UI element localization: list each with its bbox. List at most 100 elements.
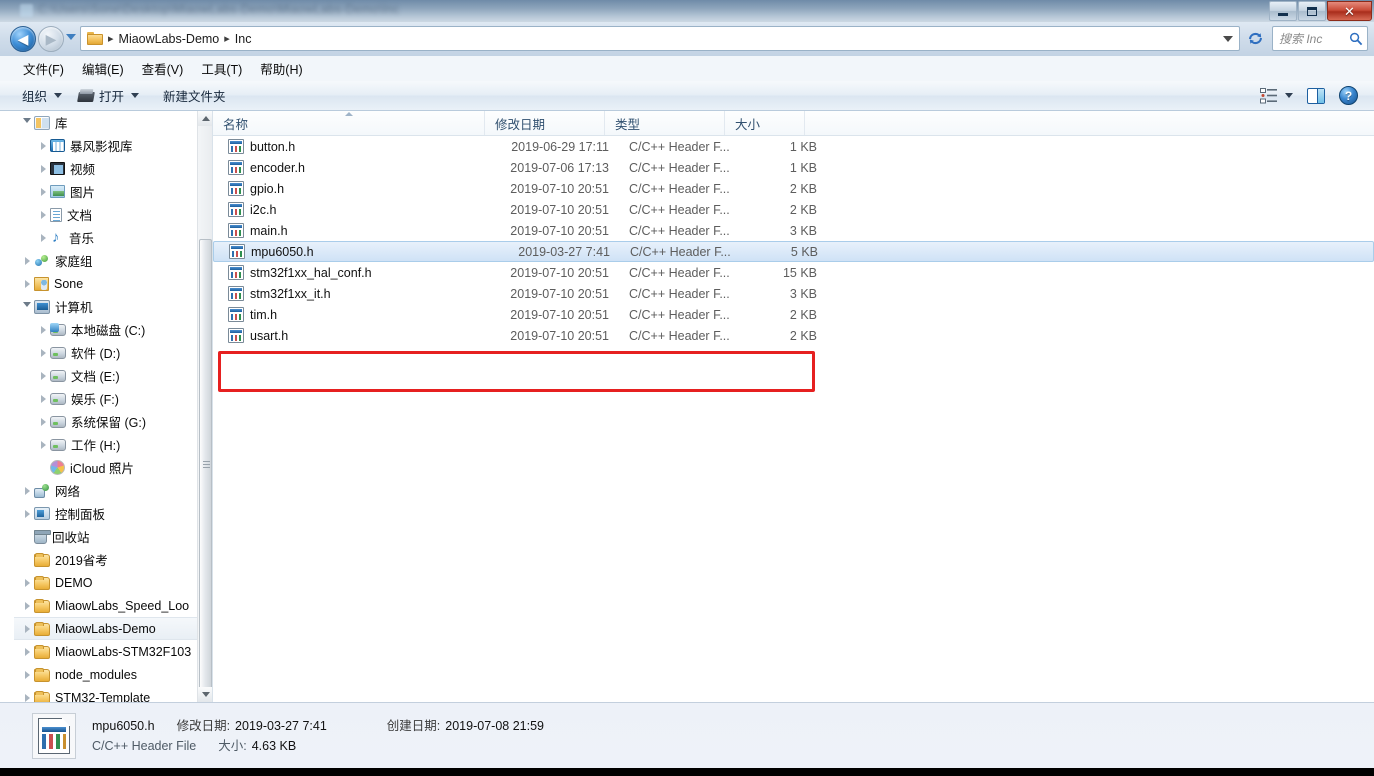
sidebar-item-23[interactable]: MiaowLabs-STM32F103 <box>14 640 212 663</box>
twisty-collapsed-icon[interactable] <box>20 624 34 633</box>
file-name: tim.h <box>250 307 278 322</box>
sidebar-item-20[interactable]: DEMO <box>14 571 212 594</box>
sidebar-item-9[interactable]: 本地磁盘 (C:) <box>14 318 212 341</box>
change-view-button[interactable] <box>1256 85 1297 107</box>
sidebar-item-18[interactable]: 回收站 <box>14 525 212 548</box>
sidebar-item-17[interactable]: 控制面板 <box>14 502 212 525</box>
table-row[interactable]: encoder.h 2019-07-06 17:13 C/C++ Header F.… <box>213 157 1374 178</box>
sidebar-item-5[interactable]: 音乐 <box>14 226 212 249</box>
table-row[interactable]: stm32f1xx_hal_conf.h 2019-07-10 20:51 C/C+… <box>213 262 1374 283</box>
sidebar-item-0[interactable]: 库 <box>14 111 212 134</box>
open-button[interactable]: 打开 <box>70 82 147 109</box>
twisty-collapsed-icon[interactable] <box>20 693 34 702</box>
sidebar-item-16[interactable]: 网络 <box>14 479 212 502</box>
menu-tools[interactable]: 工具(T) <box>192 56 251 81</box>
twisty-collapsed-icon[interactable] <box>36 164 50 173</box>
breadcrumb-separator-1[interactable]: ▸ <box>224 32 230 45</box>
back-button[interactable]: ◀ <box>10 26 36 52</box>
menu-file[interactable]: 文件(F) <box>14 56 73 81</box>
table-row[interactable]: gpio.h 2019-07-10 20:51 C/C++ Header F... 2… <box>213 178 1374 199</box>
sidebar-item-14[interactable]: 工作 (H:) <box>14 433 212 456</box>
address-dropdown-icon[interactable] <box>1223 35 1233 42</box>
organize-button[interactable]: 组织 <box>14 82 70 109</box>
twisty-collapsed-icon[interactable] <box>36 141 50 150</box>
table-row[interactable]: tim.h 2019-07-10 20:51 C/C++ Header F... 2 … <box>213 304 1374 325</box>
twisty-collapsed-icon[interactable] <box>20 670 34 679</box>
twisty-collapsed-icon[interactable] <box>20 578 34 587</box>
sidebar-item-1[interactable]: 暴风影视库 <box>14 134 212 157</box>
column-filler <box>805 111 1374 135</box>
sidebar-item-2[interactable]: 视频 <box>14 157 212 180</box>
help-button[interactable]: ? <box>1335 83 1362 108</box>
table-row[interactable]: stm32f1xx_it.h 2019-07-10 20:51 C/C++ Head… <box>213 283 1374 304</box>
scroll-up-button[interactable] <box>198 111 212 126</box>
twisty-collapsed-icon[interactable] <box>36 348 50 357</box>
table-row[interactable]: mpu6050.h 2019-03-27 7:41 C/C++ Header F..… <box>213 241 1374 262</box>
sidebar-item-15[interactable]: iCloud 照片 <box>14 456 212 479</box>
table-row[interactable]: button.h 2019-06-29 17:11 C/C++ Header F..… <box>213 136 1374 157</box>
column-name[interactable]: 名称 <box>213 111 485 135</box>
breadcrumb-item-1[interactable]: Inc <box>235 32 252 46</box>
table-row[interactable]: usart.h 2019-07-10 20:51 C/C++ Header F...… <box>213 325 1374 346</box>
twisty-collapsed-icon[interactable] <box>20 601 34 610</box>
twisty-collapsed-icon[interactable] <box>20 509 34 518</box>
sidebar-item-24[interactable]: node_modules <box>14 663 212 686</box>
sidebar-item-12[interactable]: 娱乐 (F:) <box>14 387 212 410</box>
menu-bar: 文件(F) 编辑(E) 查看(V) 工具(T) 帮助(H) <box>0 56 1374 81</box>
table-row[interactable]: main.h 2019-07-10 20:51 C/C++ Header F... 3… <box>213 220 1374 241</box>
forward-button[interactable]: ▶ <box>38 26 64 52</box>
preview-pane-button[interactable] <box>1299 85 1333 107</box>
history-dropdown-icon[interactable] <box>66 34 76 40</box>
file-type: C/C++ Header F... <box>629 286 730 301</box>
column-size[interactable]: 大小 <box>725 111 805 135</box>
sidebar-item-8[interactable]: 计算机 <box>14 295 212 318</box>
twisty-collapsed-icon[interactable] <box>36 394 50 403</box>
refresh-button[interactable] <box>1243 26 1267 51</box>
twisty-collapsed-icon[interactable] <box>36 233 50 242</box>
drive-icon <box>50 393 66 405</box>
column-type[interactable]: 类型 <box>605 111 725 135</box>
sidebar-item-25[interactable]: STM32-Template <box>14 686 212 702</box>
twisty-collapsed-icon[interactable] <box>20 256 34 265</box>
address-bar[interactable]: ▸ MiaowLabs-Demo ▸ Inc <box>80 26 1240 51</box>
file-type: C/C++ Header F... <box>629 202 730 217</box>
twisty-collapsed-icon[interactable] <box>36 210 50 219</box>
search-box[interactable]: 搜索 Inc <box>1272 26 1368 51</box>
sidebar-item-6[interactable]: 家庭组 <box>14 249 212 272</box>
menu-view[interactable]: 查看(V) <box>133 56 193 81</box>
minimize-button[interactable] <box>1269 1 1297 21</box>
sidebar-item-22[interactable]: MiaowLabs-Demo <box>14 617 212 640</box>
navigation-scrollbar[interactable] <box>197 111 212 702</box>
breadcrumb-separator-0[interactable]: ▸ <box>108 32 114 45</box>
sidebar-item-13[interactable]: 系统保留 (G:) <box>14 410 212 433</box>
scroll-down-button[interactable] <box>198 687 212 702</box>
column-date[interactable]: 修改日期 <box>485 111 605 135</box>
breadcrumb-item-0[interactable]: MiaowLabs-Demo <box>119 32 220 46</box>
maximize-button[interactable] <box>1298 1 1326 21</box>
menu-edit[interactable]: 编辑(E) <box>73 56 133 81</box>
search-input[interactable]: 搜索 Inc <box>1279 30 1349 47</box>
twisty-collapsed-icon[interactable] <box>20 486 34 495</box>
twisty-collapsed-icon[interactable] <box>36 417 50 426</box>
sidebar-item-3[interactable]: 图片 <box>14 180 212 203</box>
twisty-collapsed-icon[interactable] <box>36 325 50 334</box>
twisty-collapsed-icon[interactable] <box>36 187 50 196</box>
sidebar-item-10[interactable]: 软件 (D:) <box>14 341 212 364</box>
twisty-collapsed-icon[interactable] <box>20 279 34 288</box>
twisty-expanded-icon[interactable] <box>20 118 34 127</box>
scrollbar-thumb[interactable] <box>199 239 212 691</box>
menu-help[interactable]: 帮助(H) <box>251 56 311 81</box>
table-row[interactable]: i2c.h 2019-07-10 20:51 C/C++ Header F... 2 … <box>213 199 1374 220</box>
sidebar-item-4[interactable]: 文档 <box>14 203 212 226</box>
twisty-expanded-icon[interactable] <box>20 302 34 311</box>
twisty-collapsed-icon[interactable] <box>20 647 34 656</box>
sidebar-item-7[interactable]: Sone <box>14 272 212 295</box>
twisty-collapsed-icon[interactable] <box>36 371 50 380</box>
sidebar-item-11[interactable]: 文档 (E:) <box>14 364 212 387</box>
new-folder-button[interactable]: 新建文件夹 <box>155 82 234 109</box>
close-button[interactable]: ✕ <box>1327 1 1372 21</box>
drive-icon <box>50 347 66 359</box>
twisty-collapsed-icon[interactable] <box>36 440 50 449</box>
sidebar-item-21[interactable]: MiaowLabs_Speed_Loo <box>14 594 212 617</box>
sidebar-item-19[interactable]: 2019省考 <box>14 548 212 571</box>
